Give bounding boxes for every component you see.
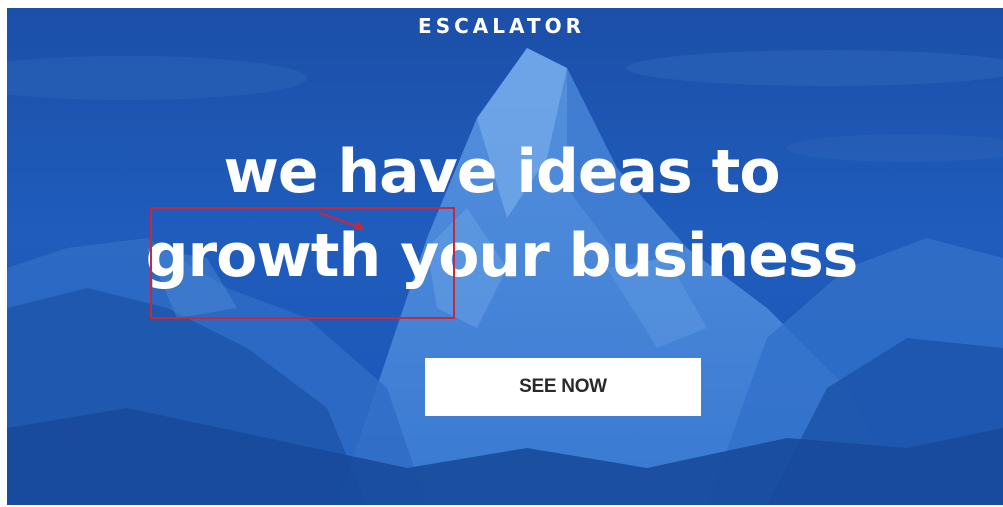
headline-line-2: growth your business [145,221,859,291]
headline-line-1: we have ideas to [223,137,780,207]
brand-logo[interactable]: ESCALATOR [7,14,1003,38]
see-now-button[interactable]: SEE NOW [425,358,701,416]
hero-section: ESCALATOR we have ideas to growth your b… [7,8,1003,505]
